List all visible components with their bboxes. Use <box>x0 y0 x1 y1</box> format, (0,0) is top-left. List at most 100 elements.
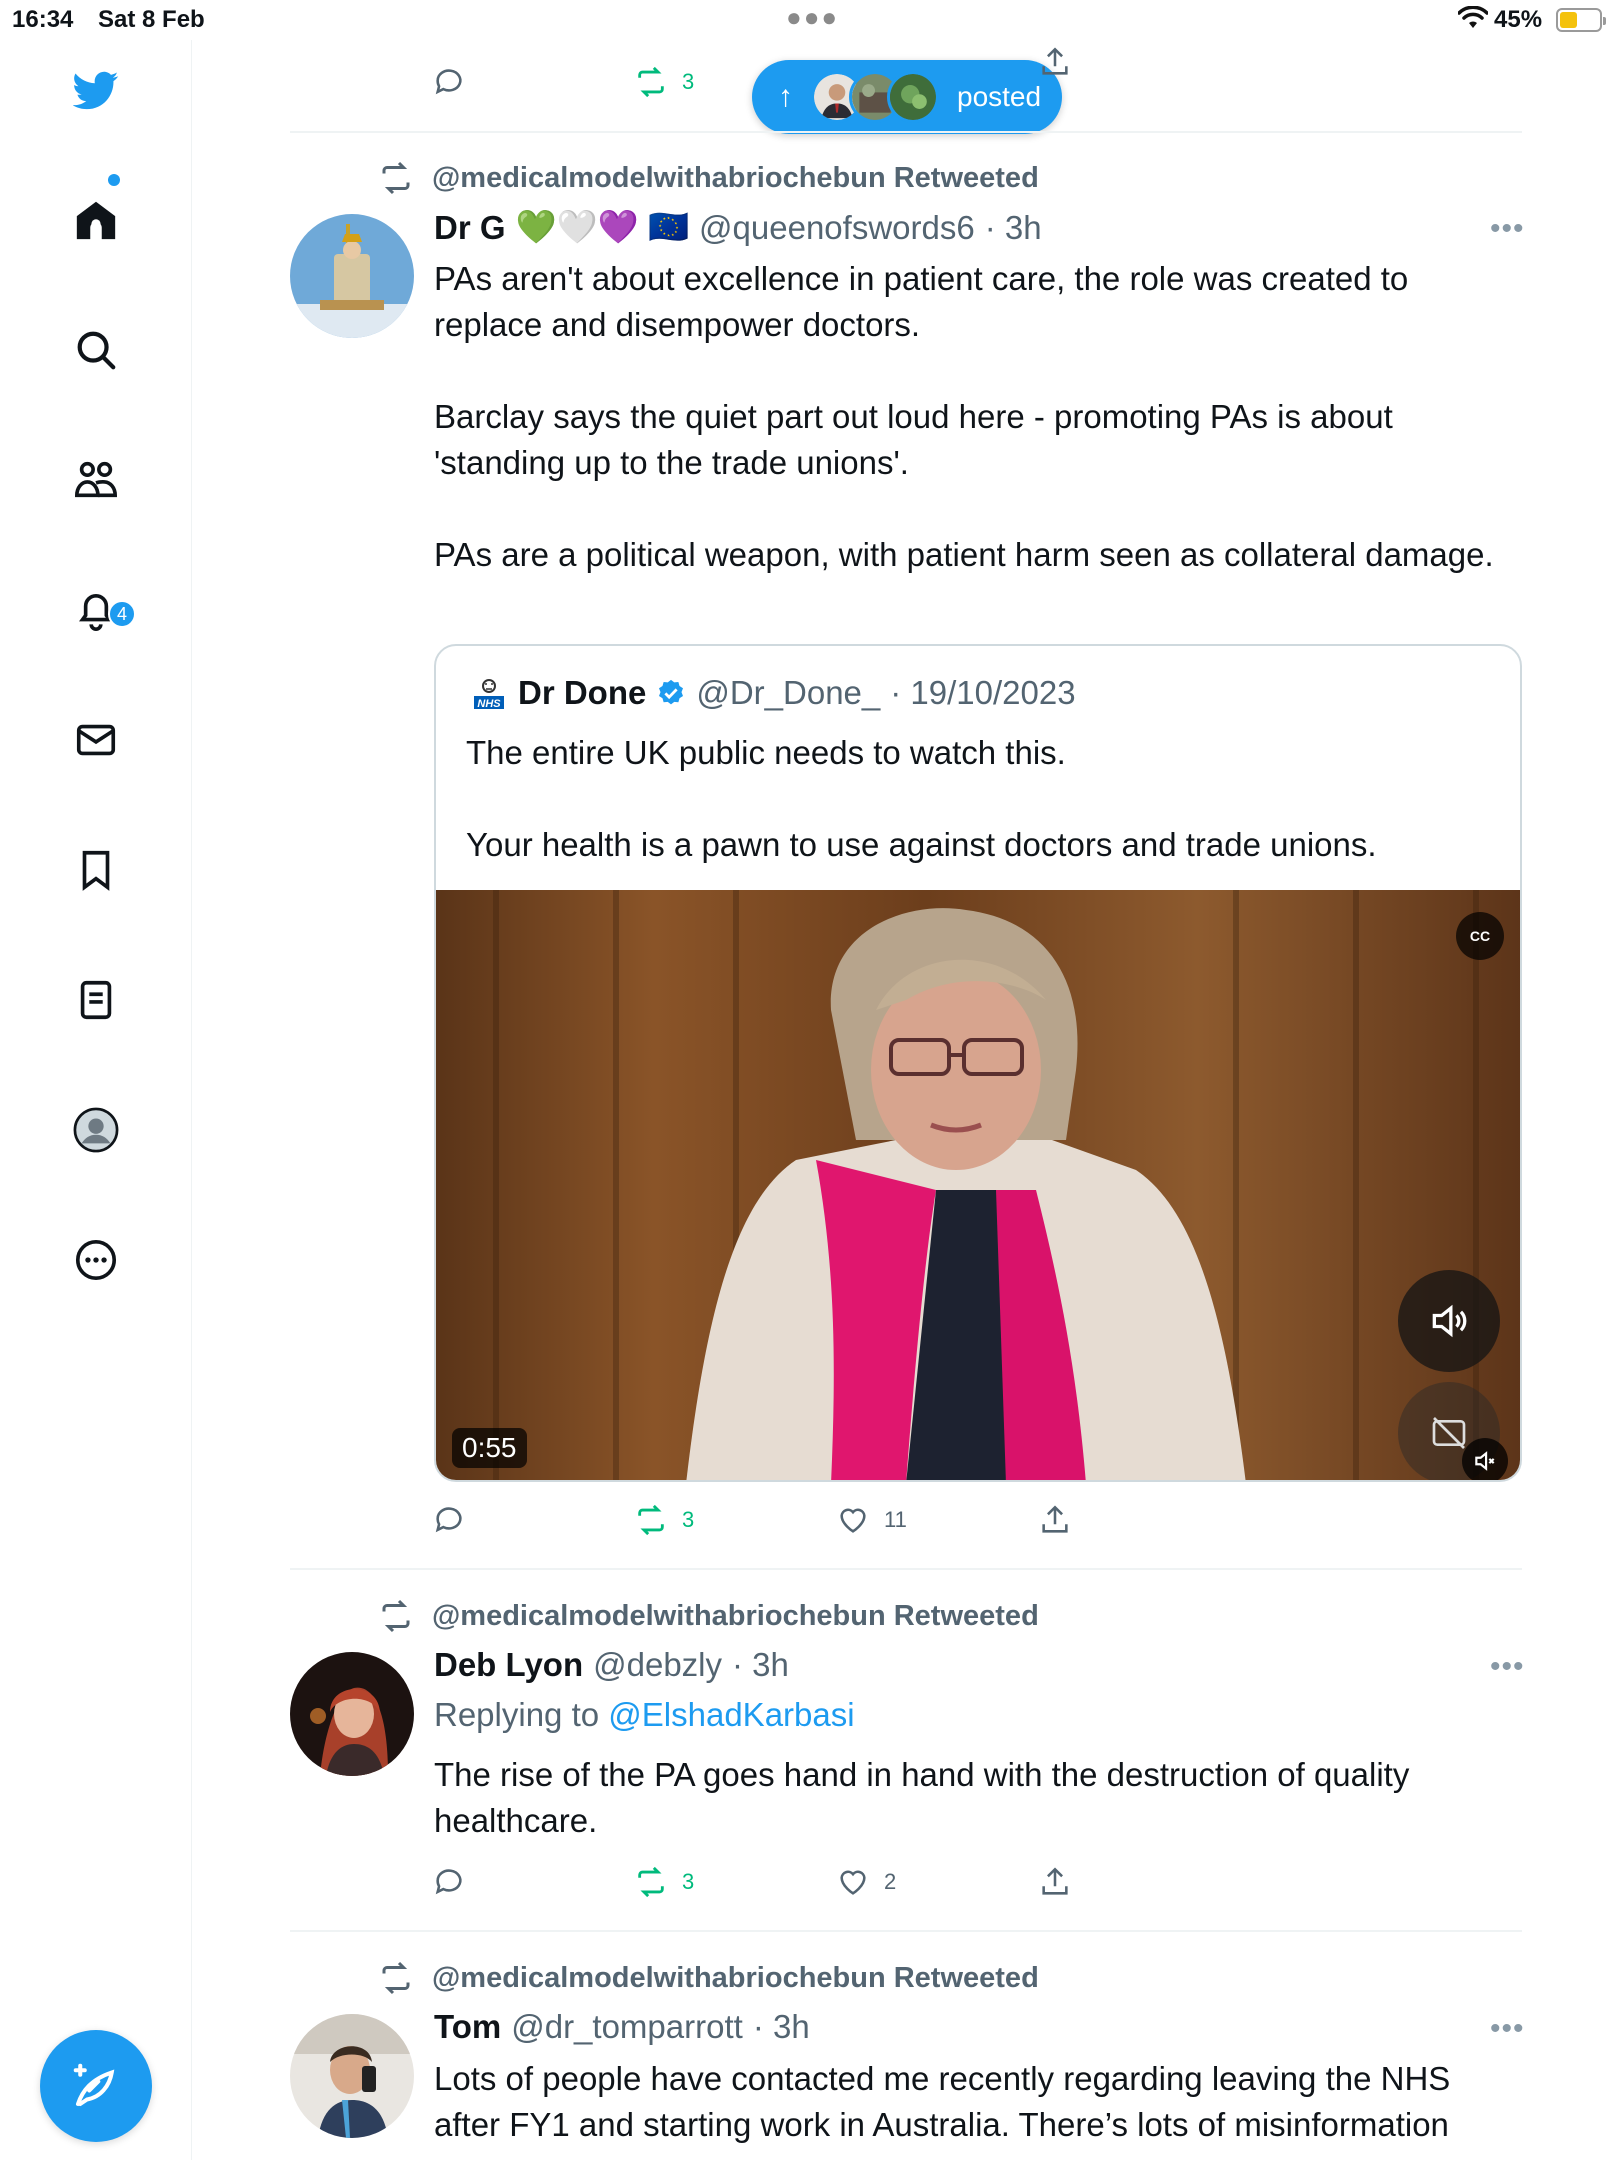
multitasking-dots-icon[interactable]: ●●● <box>786 2 839 33</box>
mute-button[interactable] <box>1462 1438 1508 1480</box>
retweet-count: 3 <box>682 1507 695 1532</box>
battery-icon <box>1556 8 1606 32</box>
avatar[interactable] <box>290 2014 414 2138</box>
retweet-count: 3 <box>682 1869 695 1894</box>
quoted-author-name: Dr Done <box>518 674 647 711</box>
video-player[interactable]: CC 0:55 <box>436 890 1520 1480</box>
partial-share-button[interactable] <box>1038 40 1072 84</box>
retweet-icon <box>382 1961 410 1995</box>
author-name[interactable]: Dr G <box>434 209 506 247</box>
wifi-icon <box>1458 6 1488 28</box>
author-name[interactable]: Deb Lyon <box>434 1646 583 1684</box>
video-frame <box>493 890 1479 1480</box>
retweeted-by-line[interactable]: @medicalmodelwithabriochebun Retweeted <box>378 160 1039 196</box>
search-icon[interactable] <box>66 320 126 380</box>
tweet-paragraph: PAs are a political weapon, with patient… <box>434 536 1494 573</box>
status-date: Sat 8 Feb <box>98 6 205 33</box>
notification-count-badge: 4 <box>108 600 136 628</box>
reply-button[interactable] <box>432 1503 466 1537</box>
tweet-divider <box>290 131 1522 133</box>
quoted-paragraph: The entire UK public needs to watch this… <box>466 734 1066 771</box>
messages-icon[interactable] <box>66 710 126 770</box>
more-options-button[interactable]: ••• <box>1490 2012 1525 2046</box>
replying-to-mention[interactable]: @ElshadKarbasi <box>608 1696 854 1733</box>
more-icon[interactable] <box>66 1230 126 1290</box>
retweeted-by-line[interactable]: @medicalmodelwithabriochebun Retweeted <box>378 1598 1039 1634</box>
share-icon <box>1042 1505 1068 1533</box>
share-button[interactable] <box>1038 1503 1072 1537</box>
poster-avatar-3 <box>887 71 939 123</box>
retweet-icon <box>382 161 410 195</box>
tweet-text: Lots of people have contacted me recentl… <box>434 2056 1504 2148</box>
replying-to: Replying to @ElshadKarbasi <box>434 1696 855 1734</box>
tweet-header: Dr G 💚🤍💜 🇪🇺 @queenofswords6 · 3h <box>434 208 1042 247</box>
volume-button[interactable] <box>1398 1270 1500 1372</box>
tweet-header: Deb Lyon @debzly · 3h <box>434 1646 789 1684</box>
author-handle[interactable]: @dr_tomparrott <box>511 2008 743 2046</box>
tweet-paragraph: The rise of the PA goes hand in hand wit… <box>434 1756 1410 1839</box>
home-icon[interactable] <box>66 190 126 250</box>
tweet-paragraph: Barclay says the quiet part out loud her… <box>434 398 1393 481</box>
sidebar: 4 <box>0 40 192 2160</box>
quoted-tweet-date: · 19/10/2023 <box>890 674 1076 711</box>
retweeted-by-text: @medicalmodelwithabriochebun Retweeted <box>432 1961 1039 1994</box>
retweet-button[interactable]: 3 <box>634 65 694 99</box>
quoted-paragraph: Your health is a pawn to use against doc… <box>466 826 1377 863</box>
compose-button[interactable] <box>40 2030 152 2142</box>
author-handle[interactable]: @queenofswords6 <box>699 209 975 247</box>
video-duration: 0:55 <box>452 1428 527 1468</box>
lists-icon[interactable] <box>66 970 126 1030</box>
retweet-icon <box>638 1504 664 1536</box>
battery-level <box>1560 12 1578 28</box>
like-button[interactable]: 2 <box>836 1865 896 1899</box>
heart-icon <box>840 1508 866 1533</box>
retweeted-by-line[interactable]: @medicalmodelwithabriochebun Retweeted <box>378 1960 1039 1996</box>
tweet-text: The rise of the PA goes hand in hand wit… <box>434 1752 1504 1844</box>
more-options-button[interactable]: ••• <box>1490 212 1525 246</box>
quoted-tweet[interactable]: NHS Dr Done @Dr_Done_ · 19/10/2023 The e… <box>434 644 1522 1482</box>
retweet-button[interactable]: 3 <box>634 1503 694 1537</box>
quoted-author-handle: @Dr_Done_ <box>696 674 881 711</box>
reply-icon <box>435 69 462 95</box>
mute-icon <box>1475 1451 1495 1471</box>
captions-off-icon <box>1432 1417 1466 1449</box>
author-name[interactable]: Tom <box>434 2008 501 2046</box>
share-button[interactable] <box>1038 1865 1072 1899</box>
battery-percentage: 45% <box>1494 6 1543 33</box>
arrow-up-icon: ↑ <box>778 80 793 113</box>
retweet-icon <box>638 66 664 98</box>
more-options-button[interactable]: ••• <box>1490 1650 1525 1684</box>
author-handle[interactable]: @debzly <box>593 1646 722 1684</box>
quoted-tweet-text: The entire UK public needs to watch this… <box>466 730 1486 868</box>
tweet-time[interactable]: · 3h <box>985 209 1042 247</box>
share-icon <box>1042 1867 1068 1895</box>
avatar[interactable] <box>290 1652 414 1776</box>
new-posts-label: posted <box>957 81 1042 112</box>
retweet-button[interactable]: 3 <box>634 1865 694 1899</box>
status-bar: 16:34 Sat 8 Feb ●●● 45% <box>0 0 1620 40</box>
retweet-icon <box>638 1866 664 1898</box>
tweet-time[interactable]: · 3h <box>753 2008 810 2046</box>
status-time: 16:34 <box>12 6 74 33</box>
tweet-divider <box>290 1568 1522 1570</box>
reply-button[interactable] <box>432 1865 466 1899</box>
volume-icon <box>1432 1304 1467 1338</box>
avatar[interactable] <box>290 214 414 338</box>
like-button[interactable]: 11 <box>836 1503 907 1537</box>
twitter-bird-icon[interactable] <box>66 60 126 120</box>
home-unread-dot <box>108 174 120 186</box>
profile-icon[interactable] <box>66 1100 126 1160</box>
retweeted-by-text: @medicalmodelwithabriochebun Retweeted <box>432 1599 1039 1632</box>
bookmarks-icon[interactable] <box>66 840 126 900</box>
reply-icon <box>435 1869 462 1895</box>
svg-text:NHS: NHS <box>477 698 501 710</box>
new-posts-pill[interactable]: ↑ posted <box>752 60 1062 134</box>
like-count: 2 <box>884 1869 897 1894</box>
tweet-text: PAs aren't about excellence in patient c… <box>434 256 1504 578</box>
replying-to-prefix: Replying to <box>434 1696 600 1733</box>
tweet-time[interactable]: · 3h <box>732 1646 789 1684</box>
closed-captions-button[interactable]: CC <box>1456 912 1504 960</box>
tweet-paragraph: PAs aren't about excellence in patient c… <box>434 260 1409 343</box>
communities-icon[interactable] <box>66 450 126 510</box>
reply-button[interactable] <box>432 65 466 99</box>
